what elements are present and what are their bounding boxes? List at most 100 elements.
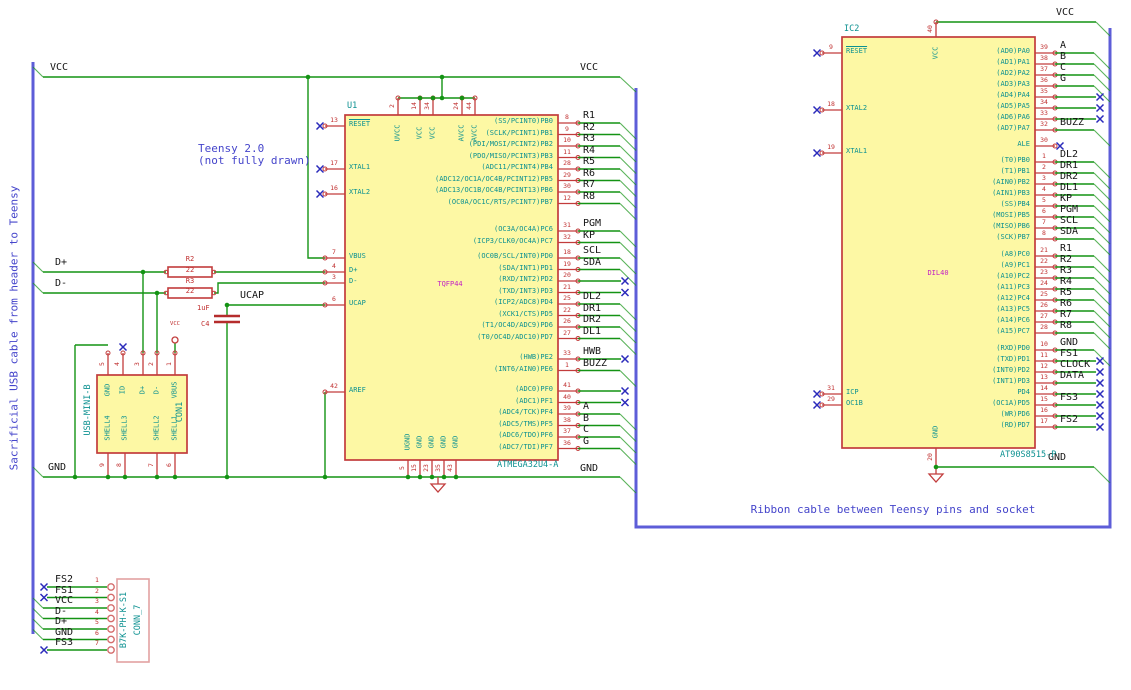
pin-name: (TXD)PD1 bbox=[996, 355, 1030, 363]
pin-number: 6 bbox=[1042, 207, 1046, 215]
component-ref: CONN_7 bbox=[132, 604, 143, 636]
pin-name: (A14)PC6 bbox=[996, 316, 1030, 324]
component-value: ATMEGA32U4-A bbox=[497, 460, 559, 470]
net-label-fs3: FS3 bbox=[55, 637, 74, 648]
pin-number: 10 bbox=[563, 136, 571, 144]
pin-number: 14 bbox=[1040, 384, 1048, 392]
component-package: DIL40 bbox=[927, 269, 949, 277]
net-label-gnd: GND bbox=[1060, 337, 1079, 348]
pin-name: (SCK)PB7 bbox=[996, 233, 1030, 241]
pin-name: (PDI/MOSI/PCINT2)PB2 bbox=[468, 140, 553, 148]
pin-number: 37 bbox=[1040, 65, 1048, 73]
component-ref: CON1 bbox=[174, 401, 185, 423]
net-label-pgm: PGM bbox=[583, 218, 602, 229]
pin-name: PD4 bbox=[1017, 388, 1030, 396]
pin-number: 4 bbox=[332, 262, 336, 270]
net-label-sda: SDA bbox=[1060, 226, 1079, 237]
pin-number: 18 bbox=[563, 248, 571, 256]
pin-number: 7 bbox=[332, 248, 336, 256]
net-label-r8: R8 bbox=[583, 190, 596, 202]
net-label-r5: R5 bbox=[1060, 287, 1073, 298]
pin-number: 8 bbox=[565, 113, 569, 121]
pin-name: (ADC7/TDI)PF7 bbox=[498, 442, 553, 451]
pin-number: 19 bbox=[827, 143, 835, 151]
net-label-dl2: DL2 bbox=[583, 291, 602, 302]
pin-name: VBUS bbox=[349, 252, 366, 260]
net-label-fs1: FS1 bbox=[55, 584, 74, 596]
net-label-dl2: DL2 bbox=[1060, 149, 1079, 160]
pin-name: D- bbox=[152, 385, 161, 395]
net-label-gnd: GND bbox=[55, 626, 74, 638]
net-label-r4: R4 bbox=[1060, 276, 1073, 287]
pin-name: (A12)PC4 bbox=[996, 294, 1030, 302]
net-label-dl1: DL1 bbox=[1060, 182, 1079, 193]
pin-number: 3 bbox=[132, 362, 141, 366]
pin-number: 10 bbox=[1040, 340, 1048, 348]
pin-number: 7 bbox=[1042, 218, 1046, 226]
pin-name: (A13)PC5 bbox=[996, 305, 1030, 313]
pin-name: (OC0A/OC1C/RTS/PCINT7)PB7 bbox=[447, 197, 553, 206]
power-flag-label: VCC bbox=[170, 321, 180, 327]
pin-name: XTAL2 bbox=[846, 104, 868, 112]
pin-name: (MOSI)PB5 bbox=[992, 211, 1030, 219]
pin-name: (INT0)PD2 bbox=[992, 366, 1030, 374]
pin-number: 9 bbox=[97, 463, 106, 467]
pin-name: (AIN0)PB2 bbox=[992, 178, 1030, 186]
pin-name: (A8)PC0 bbox=[1000, 250, 1030, 258]
net-label-r2: R2 bbox=[583, 121, 596, 133]
pin-number: 12 bbox=[1040, 362, 1048, 370]
net-label-fs3: FS3 bbox=[1060, 392, 1079, 403]
pin-number: 22 bbox=[1040, 257, 1048, 265]
pin-number: 15 bbox=[1040, 395, 1048, 403]
pin-name: UGND bbox=[403, 433, 412, 451]
pin-name: (SS/PCINT0)PB0 bbox=[493, 117, 553, 125]
pin-number: 9 bbox=[565, 124, 569, 133]
pin-name: (OC0B/SCL/INT0)PD0 bbox=[477, 252, 553, 260]
pin-name: (A11)PC3 bbox=[996, 283, 1030, 291]
pin-number: 19 bbox=[563, 259, 571, 268]
pin-number: 3 bbox=[332, 273, 336, 281]
pin-number: 11 bbox=[563, 147, 571, 156]
net-label-pgm: PGM bbox=[1060, 204, 1079, 215]
pin-name: (AD0)PA0 bbox=[996, 47, 1030, 55]
pin-number: 4 bbox=[95, 607, 99, 616]
note-text: Teensy 2.0 bbox=[198, 142, 265, 155]
pin-name: (AD5)PA5 bbox=[996, 102, 1030, 110]
pin-name: (AD2)PA2 bbox=[996, 69, 1030, 77]
pin-number: 32 bbox=[563, 232, 571, 241]
pin-name: (ADC11/PCINT4)PB4 bbox=[481, 163, 553, 171]
pin-number: 2 bbox=[1042, 163, 1046, 171]
pin-number: 23 bbox=[421, 464, 430, 472]
component-ref: IC2 bbox=[844, 24, 860, 34]
pin-name: OC1B bbox=[846, 399, 863, 407]
capacitor-ref: C4 bbox=[201, 320, 210, 328]
net-label-c: C bbox=[1060, 62, 1067, 73]
pin-number: 7 bbox=[146, 463, 155, 467]
pin-name: (A9)PC1 bbox=[1000, 261, 1030, 269]
pin-number: 12 bbox=[563, 193, 571, 202]
resistor-value: 22 bbox=[185, 265, 195, 274]
pin-name: GND bbox=[415, 435, 424, 449]
pin-name: (AD4)PA4 bbox=[996, 91, 1030, 99]
pin-number: 23 bbox=[1040, 268, 1048, 276]
net-label-vcc: VCC bbox=[1056, 7, 1075, 18]
pin-number: 16 bbox=[1040, 406, 1048, 414]
pin-number: 25 bbox=[1040, 290, 1048, 298]
pin-number: 3 bbox=[95, 597, 99, 605]
pin-name: (T0/OC4D/ADC10)PD7 bbox=[477, 332, 553, 341]
pin-number: 28 bbox=[563, 159, 571, 167]
net-label-kp: KP bbox=[583, 229, 596, 241]
pin-name: (SS)PB4 bbox=[1000, 200, 1030, 208]
pin-name: (ADC6/TDO)PF6 bbox=[498, 431, 553, 439]
pin-number: 25 bbox=[563, 294, 571, 302]
pin-number: 32 bbox=[1040, 120, 1048, 128]
pin-number: 41 bbox=[563, 381, 571, 389]
net-label-r6: R6 bbox=[583, 167, 596, 179]
pin-name: (INT1)PD3 bbox=[992, 377, 1030, 385]
pin-name: D+ bbox=[138, 385, 147, 395]
pin-name: (WR)PD6 bbox=[1000, 410, 1030, 418]
pin-number: 34 bbox=[1040, 98, 1048, 106]
pin-number: 4 bbox=[112, 362, 121, 366]
net-label-buzz: BUZZ bbox=[583, 357, 608, 369]
pin-name: (RD)PD7 bbox=[1000, 421, 1030, 429]
